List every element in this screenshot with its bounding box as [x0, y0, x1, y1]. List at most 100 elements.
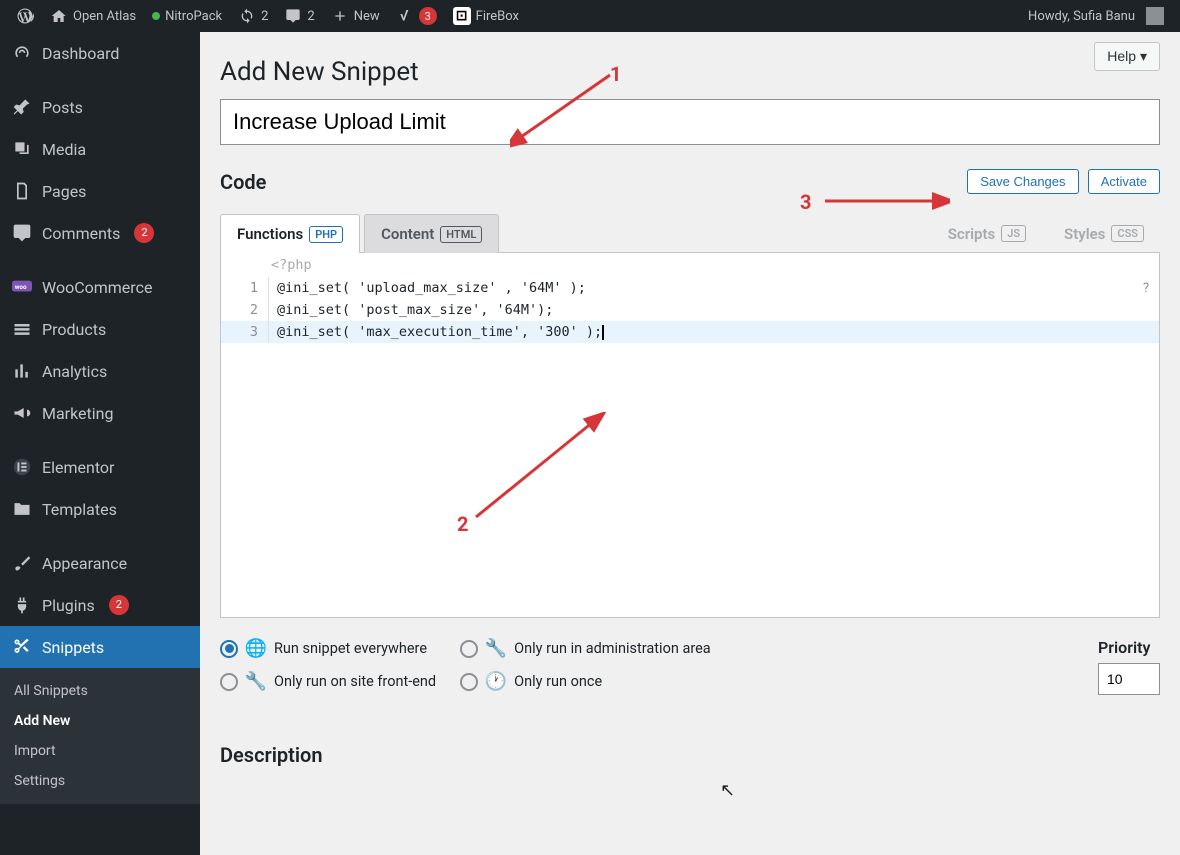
plugins-count-badge: 2	[109, 595, 129, 615]
snippets-submenu: All Snippets Add New Import Settings	[0, 668, 200, 804]
php-open-tag: <?php	[221, 253, 1159, 277]
sidebar-item-elementor[interactable]: Elementor	[0, 446, 200, 488]
adminbar-updates[interactable]: 2	[230, 0, 276, 32]
adminbar-nitropack[interactable]: NitroPack	[144, 0, 230, 32]
save-changes-button[interactable]: Save Changes	[967, 169, 1078, 194]
elementor-icon	[12, 457, 32, 477]
adminbar-new[interactable]: New	[323, 0, 388, 32]
text-cursor-icon	[602, 325, 604, 340]
wrench-icon: 🔧	[246, 671, 266, 692]
sidebar-item-templates[interactable]: Templates	[0, 488, 200, 530]
code-editor[interactable]: <?php ? 1@ini_set( 'upload_max_size' , '…	[220, 253, 1160, 618]
sidebar-item-products[interactable]: Products	[0, 308, 200, 350]
radio-icon	[460, 673, 478, 691]
plug-icon	[12, 595, 32, 615]
submenu-import[interactable]: Import	[0, 736, 200, 766]
sidebar-item-marketing[interactable]: Marketing	[0, 392, 200, 434]
firebox-icon: ⊡	[453, 7, 471, 25]
run-once-option[interactable]: 🕐Only run once	[460, 671, 711, 692]
sidebar-item-comments[interactable]: Comments2	[0, 212, 200, 254]
code-line-1: @ini_set( 'upload_max_size' , '64M' );	[269, 277, 586, 299]
sidebar-item-plugins[interactable]: Plugins2	[0, 584, 200, 626]
svg-text:woo: woo	[15, 283, 27, 291]
admin-bar: Open Atlas NitroPack 2 2 New 3 ⊡FireBox …	[0, 0, 1180, 32]
activate-button[interactable]: Activate	[1088, 169, 1160, 194]
yoast-badge: 3	[419, 7, 437, 25]
user-avatar-icon	[1146, 7, 1164, 25]
code-tabs: FunctionsPHP ContentHTML ScriptsJS Style…	[220, 214, 1160, 253]
submenu-add-new[interactable]: Add New	[0, 706, 200, 736]
line-number: 3	[221, 321, 269, 343]
tab-functions[interactable]: FunctionsPHP	[220, 214, 360, 253]
priority-input[interactable]	[1098, 663, 1160, 695]
radio-icon	[220, 640, 238, 658]
adminbar-comments[interactable]: 2	[276, 0, 322, 32]
comment-icon	[12, 223, 32, 243]
page-icon	[12, 181, 32, 201]
admin-sidebar: Dashboard Posts Media Pages Comments2 wo…	[0, 32, 200, 855]
plus-icon	[331, 7, 349, 25]
code-line-3: @ini_set( 'max_execution_time', '300' );	[269, 321, 604, 343]
help-button[interactable]: Help ▾	[1094, 42, 1160, 71]
adminbar-user[interactable]: Howdy, Sufia Banu	[1020, 0, 1172, 32]
priority-section: Priority	[1098, 638, 1160, 695]
html-badge: HTML	[440, 226, 482, 243]
sidebar-item-woocommerce[interactable]: wooWooCommerce	[0, 266, 200, 308]
css-badge: CSS	[1111, 225, 1144, 242]
annotation-2: 2	[457, 512, 468, 536]
sidebar-item-media[interactable]: Media	[0, 128, 200, 170]
products-icon	[12, 319, 32, 339]
folder-icon	[12, 499, 32, 519]
refresh-icon	[238, 7, 256, 25]
globe-icon: 🌐	[246, 638, 266, 659]
run-options: 🌐Run snippet everywhere 🔧Only run in adm…	[220, 638, 1160, 695]
analytics-icon	[12, 361, 32, 381]
editor-help-icon[interactable]: ?	[1143, 281, 1149, 296]
tab-scripts: ScriptsJS	[932, 215, 1042, 253]
megaphone-icon	[12, 403, 32, 423]
home-icon	[50, 7, 68, 25]
pushpin-icon	[12, 97, 32, 117]
comments-count-badge: 2	[134, 223, 154, 243]
status-dot-icon	[152, 12, 160, 20]
submenu-settings[interactable]: Settings	[0, 766, 200, 796]
adminbar-firebox[interactable]: ⊡FireBox	[445, 0, 527, 32]
tab-styles: StylesCSS	[1048, 215, 1160, 253]
submenu-all-snippets[interactable]: All Snippets	[0, 676, 200, 706]
run-frontend-option[interactable]: 🔧Only run on site front-end	[220, 671, 436, 692]
clock-icon: 🕐	[486, 671, 506, 692]
js-badge: JS	[1001, 225, 1026, 242]
comment-icon	[284, 7, 302, 25]
brush-icon	[12, 553, 32, 573]
dashboard-icon	[12, 43, 32, 63]
sidebar-item-appearance[interactable]: Appearance	[0, 542, 200, 584]
sidebar-item-posts[interactable]: Posts	[0, 86, 200, 128]
code-line-2: @ini_set( 'post_max_size', '64M');	[269, 299, 553, 321]
tab-content[interactable]: ContentHTML	[364, 214, 499, 253]
snippet-title-input[interactable]	[220, 99, 1160, 145]
woocommerce-icon: woo	[12, 277, 32, 297]
sidebar-item-pages[interactable]: Pages	[0, 170, 200, 212]
php-badge: PHP	[309, 226, 343, 243]
adminbar-yoast[interactable]: 3	[388, 0, 445, 32]
wrench-icon: 🔧	[486, 638, 506, 659]
sidebar-item-dashboard[interactable]: Dashboard	[0, 32, 200, 74]
yoast-icon	[396, 7, 414, 25]
code-body[interactable]: 1@ini_set( 'upload_max_size' , '64M' ); …	[221, 277, 1159, 617]
wp-logo[interactable]	[8, 0, 42, 32]
chevron-down-icon: ▾	[1140, 48, 1147, 64]
sidebar-item-analytics[interactable]: Analytics	[0, 350, 200, 392]
run-everywhere-option[interactable]: 🌐Run snippet everywhere	[220, 638, 436, 659]
annotation-3: 3	[800, 190, 811, 214]
page-title: Add New Snippet	[220, 42, 1160, 99]
wordpress-icon	[16, 7, 34, 25]
main-content: Help ▾ Add New Snippet Code Save Changes…	[200, 32, 1180, 855]
media-icon	[12, 139, 32, 159]
site-name: Open Atlas	[73, 9, 136, 24]
adminbar-site-home[interactable]: Open Atlas	[42, 0, 144, 32]
run-admin-option[interactable]: 🔧Only run in administration area	[460, 638, 711, 659]
scissors-icon	[12, 637, 32, 657]
sidebar-item-snippets[interactable]: Snippets	[0, 626, 200, 668]
radio-icon	[220, 673, 238, 691]
mouse-cursor-icon: ↖	[720, 780, 735, 801]
